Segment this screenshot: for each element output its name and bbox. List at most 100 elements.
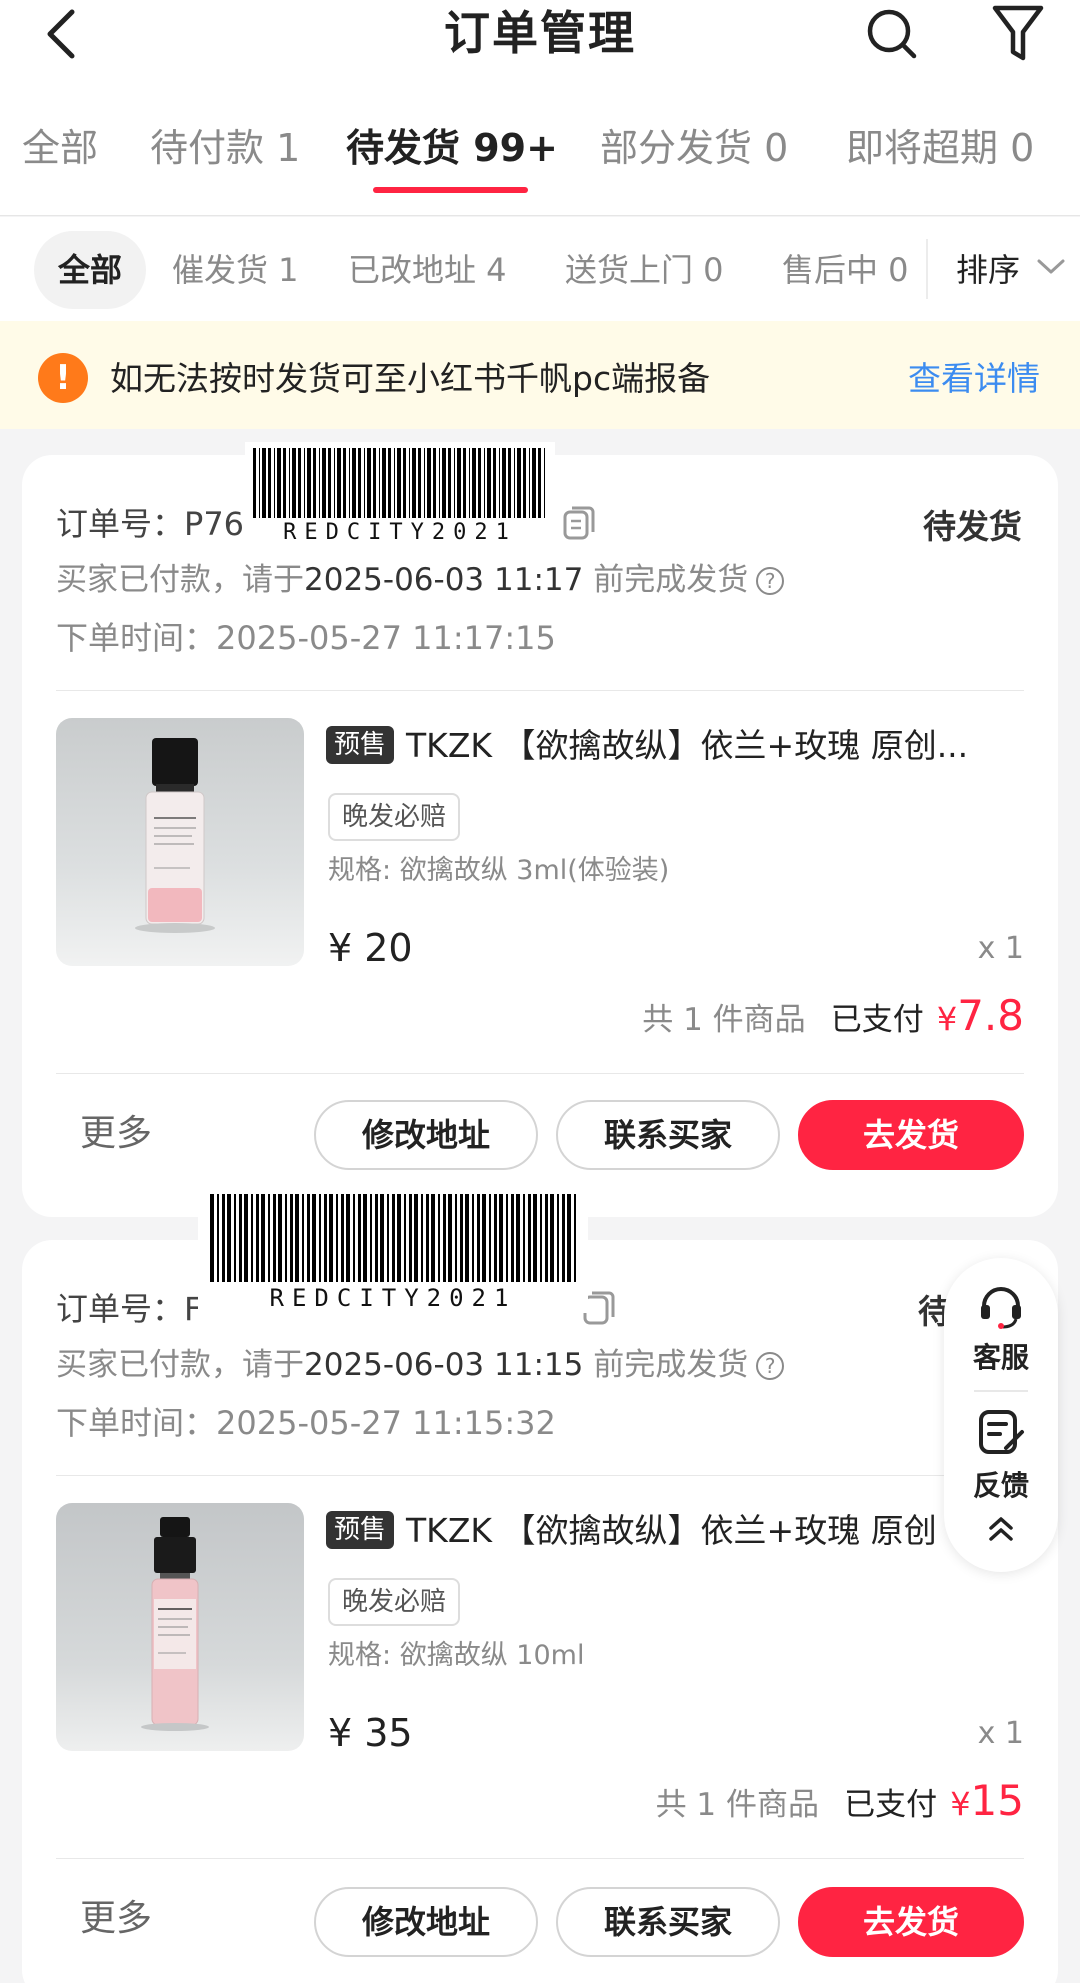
product-title-text: TKZK 【欲擒故纵】依兰+玫瑰 原创 <box>406 1511 937 1550</box>
spec-label: 规格: <box>328 855 392 886</box>
filter-button[interactable] <box>990 2 1046 66</box>
shipping-deadline: 买家已付款，请于2025-06-03 11:15 前完成发货? <box>56 1344 785 1386</box>
paid-label: 已支付 <box>830 1002 924 1038</box>
spec-value: 欲擒故纵 10ml <box>399 1640 585 1671</box>
filter-icon <box>992 5 1044 61</box>
divider <box>56 690 1024 691</box>
spec-label: 规格: <box>328 1640 392 1671</box>
tab-about-to-expire[interactable]: 即将超期 0 <box>846 125 1034 171</box>
divider <box>56 1475 1024 1476</box>
floating-service-panel: 客服 反馈 <box>944 1258 1058 1572</box>
currency-symbol: ¥ <box>936 1000 958 1038</box>
more-button[interactable]: 更多 <box>80 1110 152 1158</box>
order-number: 订单号：P76 <box>56 503 244 545</box>
feedback-label[interactable]: 反馈 <box>944 1464 1058 1504</box>
tab-pending-shipment[interactable]: 待发货 99+ <box>346 125 558 171</box>
barcode-text: REDCITY2021 <box>283 520 517 545</box>
chip-home-delivery[interactable]: 送货上门 0 <box>565 231 724 309</box>
product-image[interactable] <box>56 1503 304 1751</box>
divider <box>974 1390 1028 1392</box>
product-title[interactable]: 预售 TKZK 【欲擒故纵】依兰+玫瑰 原创 <box>326 1509 986 1553</box>
currency-symbol: ¥ <box>950 1785 971 1823</box>
top-bar: 订单管理 <box>0 0 1080 70</box>
chevron-down-icon <box>1037 259 1065 274</box>
order-number-label: 订单号： <box>56 1290 185 1328</box>
product-spec: 规格: 欲擒故纵 10ml <box>328 1638 584 1674</box>
chip-urge-shipping[interactable]: 催发货 1 <box>172 231 299 309</box>
order-time-value: 2025-05-27 11:15:32 <box>216 1404 556 1442</box>
barcode-watermark: REDCITY2021 <box>198 1188 588 1313</box>
contact-buyer-button[interactable]: 联系买家 <box>556 1887 780 1957</box>
order-time: 下单时间：2025-05-27 11:17:15 <box>56 617 556 659</box>
shipping-deadline: 买家已付款，请于2025-06-03 11:17 前完成发货? <box>56 559 785 601</box>
warning-icon: ! <box>38 353 88 403</box>
notice-text: 如无法按时发货可至小红书千帆pc端报备 <box>110 359 711 398</box>
paid-amount: ¥7.8 <box>937 991 1024 1040</box>
deadline-time: 2025-06-03 11:17 <box>304 562 584 598</box>
paid-amount: ¥15 <box>950 1776 1024 1825</box>
order-summary: 共 1 件商品 已支付 ¥15 <box>656 1776 1024 1829</box>
customer-service-icon[interactable] <box>976 1280 1026 1330</box>
contact-buyer-button[interactable]: 联系买家 <box>556 1100 780 1170</box>
product-spec: 规格: 欲擒故纵 3ml(体验装) <box>328 853 669 889</box>
chip-after-sales[interactable]: 售后中 0 <box>782 231 909 309</box>
sort-label: 排序 <box>956 251 1021 289</box>
help-icon[interactable]: ? <box>756 567 785 595</box>
deadline-time: 2025-06-03 11:15 <box>304 1347 584 1383</box>
product-title[interactable]: 预售 TKZK 【欲擒故纵】依兰+玫瑰 原创... <box>326 724 1026 768</box>
copy-icon[interactable] <box>562 505 596 541</box>
order-time-label: 下单时间： <box>56 1404 217 1442</box>
product-quantity: x 1 <box>977 931 1024 966</box>
barcode-bars <box>210 1194 576 1282</box>
paid-amount-value: 7.8 <box>957 991 1024 1040</box>
order-number-label: 订单号： <box>56 505 185 543</box>
order-card: 订单号：F 待发货 买家已付款，请于2025-06-03 11:15 前完成发货… <box>22 1240 1058 1983</box>
chip-address-changed[interactable]: 已改地址 4 <box>348 231 507 309</box>
feedback-icon[interactable] <box>976 1408 1026 1458</box>
change-address-button[interactable]: 修改地址 <box>314 1100 538 1170</box>
product-price: ¥ 35 <box>328 1711 413 1755</box>
ship-button[interactable]: 去发货 <box>798 1100 1024 1170</box>
sort-button[interactable]: 排序 <box>956 231 1066 309</box>
status-tabs: 全部 待付款 1 待发货 99+ 部分发货 0 即将超期 0 <box>0 70 1080 216</box>
divider <box>926 239 928 299</box>
deadline-suffix: 前完成发货 <box>593 1347 749 1383</box>
divider <box>56 1073 1024 1074</box>
deadline-prefix: 买家已付款，请于 <box>56 1347 304 1383</box>
tab-partial-shipment[interactable]: 部分发货 0 <box>600 125 788 171</box>
change-address-button[interactable]: 修改地址 <box>314 1887 538 1957</box>
ship-button[interactable]: 去发货 <box>798 1887 1024 1957</box>
active-tab-indicator <box>373 187 528 193</box>
tab-pending-payment[interactable]: 待付款 1 <box>150 125 300 171</box>
chip-all[interactable]: 全部 <box>34 231 147 309</box>
late-shipping-guarantee-tag: 晚发必赔 <box>328 793 461 841</box>
product-title-text: TKZK 【欲擒故纵】依兰+玫瑰 原创... <box>406 726 969 765</box>
perfume-bottle-image <box>56 718 304 966</box>
paid-amount-value: 15 <box>970 1776 1024 1825</box>
order-time-value: 2025-05-27 11:17:15 <box>216 619 556 657</box>
deadline-suffix: 前完成发货 <box>593 562 749 598</box>
customer-service-label[interactable]: 客服 <box>944 1336 1058 1376</box>
item-count: 共 1 件商品 <box>655 1787 819 1823</box>
product-price: ¥ 20 <box>328 926 413 970</box>
scroll-to-top-icon[interactable] <box>986 1514 1016 1544</box>
product-quantity: x 1 <box>977 1716 1024 1751</box>
order-number-value: P76 <box>184 505 245 543</box>
more-button[interactable]: 更多 <box>80 1895 152 1943</box>
product-image[interactable] <box>56 718 304 966</box>
order-time: 下单时间：2025-05-27 11:15:32 <box>56 1402 556 1444</box>
filter-chips: 全部 催发货 1 已改地址 4 送货上门 0 售后中 0 排序 <box>0 217 1080 321</box>
order-summary: 共 1 件商品 已支付 ¥7.8 <box>642 991 1024 1044</box>
help-icon[interactable]: ? <box>756 1352 785 1380</box>
late-shipping-guarantee-tag: 晚发必赔 <box>328 1578 461 1626</box>
presale-tag: 预售 <box>326 726 395 764</box>
spec-value: 欲擒故纵 3ml(体验装) <box>399 855 670 886</box>
deadline-prefix: 买家已付款，请于 <box>56 562 304 598</box>
order-card: 订单号：P76 待发货 买家已付款，请于2025-06-03 11:17 前完成… <box>22 455 1058 1217</box>
search-button[interactable] <box>864 4 920 64</box>
tab-all[interactable]: 全部 <box>22 125 98 171</box>
perfume-bottle-image <box>56 1503 304 1751</box>
view-details-link[interactable]: 查看详情 <box>908 357 1040 401</box>
barcode-watermark: REDCITY2021 <box>245 442 555 547</box>
item-count: 共 1 件商品 <box>642 1002 806 1038</box>
